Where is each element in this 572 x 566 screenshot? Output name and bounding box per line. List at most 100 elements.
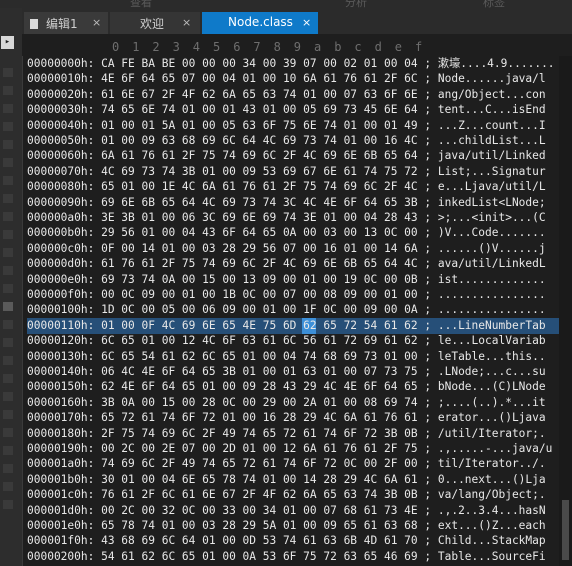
hex-row-text: 00000010h: 4E 6F 64 65 07 00 04 01 00 10… <box>27 72 546 86</box>
hex-row-text: 000001a0h: 74 69 6C 2F 49 74 65 72 61 74… <box>27 457 546 471</box>
panel-marker <box>3 86 13 95</box>
column-header-label: 2 <box>152 40 160 54</box>
tab-welcome[interactable]: 欢迎 × <box>110 12 200 34</box>
hex-row[interactable]: 00000150h: 62 4E 6F 64 65 01 00 09 28 43… <box>27 379 546 395</box>
scrollbar-thumb[interactable] <box>562 500 569 560</box>
top-menu-item[interactable]: 查看 <box>130 0 152 8</box>
column-header-label: a <box>314 40 322 54</box>
hex-row[interactable]: 00000000h: CA FE BA BE 00 00 00 34 00 39… <box>27 56 555 72</box>
column-header-label: 6 <box>233 40 241 54</box>
panel-marker <box>3 284 13 293</box>
hex-row-text: 00000180h: 2F 75 74 69 6C 2F 49 74 65 72… <box>27 426 546 440</box>
hex-row[interactable]: 00000030h: 74 65 6E 74 01 00 01 43 01 00… <box>27 102 546 118</box>
panel-marker <box>3 140 13 149</box>
panel-marker <box>3 410 13 419</box>
hex-row[interactable]: 00000160h: 3B 0A 00 15 00 28 0C 00 29 00… <box>27 395 546 411</box>
column-header-label: 7 <box>253 40 261 54</box>
hex-row[interactable]: 00000050h: 01 00 09 63 68 69 6C 64 4C 69… <box>27 133 546 149</box>
hex-row-text: 00000100h: 1D 0C 00 05 00 06 09 00 01 00… <box>27 303 546 317</box>
close-icon[interactable]: × <box>302 16 311 29</box>
hex-row-text: 00000090h: 69 6E 6B 65 64 4C 69 73 74 3C… <box>27 195 546 209</box>
expand-panel-button[interactable]: ▸ <box>1 36 14 49</box>
panel-marker <box>3 194 13 203</box>
hex-row[interactable]: 000001f0h: 43 68 69 6C 64 01 00 0D 53 74… <box>27 533 546 549</box>
panel-marker <box>3 500 13 509</box>
hex-row-text: 000000d0h: 61 76 61 2F 75 74 69 6C 2F 4C… <box>27 257 546 271</box>
hex-row[interactable]: 00000090h: 69 6E 6B 65 64 4C 69 73 74 3C… <box>27 195 546 211</box>
top-menu-item[interactable]: 标签 <box>483 0 505 8</box>
top-menu-item[interactable]: 分析 <box>345 0 367 8</box>
hex-row-text: 00000040h: 01 00 01 5A 01 00 05 63 6F 75… <box>27 118 546 132</box>
hex-row-text: 00000060h: 6A 61 76 61 2F 75 74 69 6C 2F… <box>27 149 546 163</box>
column-header-label: d <box>374 40 382 54</box>
panel-marker <box>3 248 13 257</box>
hex-row-text: 00000140h: 06 4C 4E 6F 64 65 3B 01 00 01… <box>27 365 546 378</box>
hex-row[interactable]: 00000010h: 4E 6F 64 65 07 00 04 01 00 10… <box>27 71 546 87</box>
hex-row[interactable]: 00000040h: 01 00 01 5A 01 00 05 63 6F 75… <box>27 118 546 134</box>
column-header-label: 3 <box>172 40 180 54</box>
hex-row[interactable]: 00000180h: 2F 75 74 69 6C 2F 49 74 65 72… <box>27 426 546 442</box>
panel-marker <box>3 428 13 437</box>
close-icon[interactable]: × <box>92 16 101 29</box>
panel-marker <box>3 446 13 455</box>
tab-label: 欢迎 <box>140 17 165 31</box>
column-header-label: e <box>394 40 403 54</box>
column-header-label: 9 <box>293 40 302 54</box>
hex-row[interactable]: 000001b0h: 30 01 00 04 6E 65 78 74 01 00… <box>27 472 546 488</box>
hex-row-text: 000001f0h: 43 68 69 6C 64 01 00 0D 53 74… <box>27 534 546 548</box>
panel-marker <box>3 176 13 185</box>
hex-row[interactable]: 000000d0h: 61 76 61 2F 75 74 69 6C 2F 4C… <box>27 256 546 272</box>
tab-label: 编辑1 <box>46 17 78 31</box>
hex-row[interactable]: 00000140h: 06 4C 4E 6F 64 65 3B 01 00 01… <box>27 364 546 380</box>
panel-marker <box>3 356 13 365</box>
tab-edit1[interactable]: 编辑1 × <box>24 12 108 34</box>
hex-row-text: 000000f0h: 00 0C 09 00 01 00 1B 0C 00 07… <box>27 288 546 301</box>
hex-row[interactable]: 00000100h: 1D 0C 00 05 00 06 09 00 01 00… <box>27 302 546 318</box>
vertical-scrollbar[interactable] <box>559 56 572 566</box>
panel-marker <box>3 212 13 221</box>
hex-row-text: 000000a0h: 3E 3B 01 00 06 3C 69 6E 69 74… <box>27 211 546 224</box>
hex-row-text: 00000000h: CA FE BA BE 00 00 00 34 00 39… <box>27 57 555 70</box>
column-header: 0 1 2 3 4 5 6 7 8 9 a b c d e f <box>22 34 572 56</box>
hex-row[interactable]: 000000c0h: 0F 00 14 01 00 03 28 29 56 07… <box>27 241 546 257</box>
document-icon <box>30 19 38 29</box>
hex-row-text: 00000130h: 6C 65 54 61 62 6C 65 01 00 04… <box>27 349 546 363</box>
hex-row[interactable]: 00000120h: 6C 65 01 00 12 4C 6F 63 61 6C… <box>27 333 546 349</box>
hex-row[interactable]: 000001d0h: 00 2C 00 32 0C 00 33 00 34 01… <box>27 503 546 519</box>
hex-row[interactable]: 000000e0h: 69 73 74 0A 00 15 00 13 09 00… <box>27 272 546 288</box>
hex-row[interactable]: 00000170h: 65 72 61 74 6F 72 01 00 16 28… <box>27 410 546 426</box>
hex-editor-view[interactable]: 00000000h: CA FE BA BE 00 00 00 34 00 39… <box>27 56 559 566</box>
hex-row[interactable]: 000001a0h: 74 69 6C 2F 49 74 65 72 61 74… <box>27 456 546 472</box>
hex-row[interactable]: 00000200h: 54 61 62 6C 65 01 00 0A 53 6F… <box>27 549 546 565</box>
panel-marker <box>3 122 13 131</box>
hex-row[interactable]: 000000f0h: 00 0C 09 00 01 00 1B 0C 00 07… <box>27 287 546 303</box>
panel-marker <box>3 230 13 239</box>
panel-marker <box>3 104 13 113</box>
hex-row-text: 00000200h: 54 61 62 6C 65 01 00 0A 53 6F… <box>27 549 546 563</box>
hex-row-text: 00000120h: 6C 65 01 00 12 4C 6F 63 61 6C… <box>27 334 546 348</box>
close-icon[interactable]: × <box>182 16 191 29</box>
panel-marker <box>3 392 13 401</box>
hex-row[interactable]: 00000020h: 61 6E 67 2F 4F 62 6A 65 63 74… <box>27 87 546 103</box>
hex-row[interactable]: 00000080h: 65 01 00 1E 4C 6A 61 76 61 2F… <box>27 179 546 195</box>
hex-row-text: 00000190h: 00 2C 00 2E 07 00 2D 01 00 12… <box>27 442 553 455</box>
hex-row[interactable]: 000000b0h: 29 56 01 00 04 43 6F 64 65 0A… <box>27 225 546 241</box>
hex-row-text: 000001e0h: 65 78 74 01 00 03 28 29 5A 01… <box>27 519 546 532</box>
hex-row[interactable]: 000001e0h: 65 78 74 01 00 03 28 29 5A 01… <box>27 518 546 534</box>
column-header-label: f <box>415 40 423 54</box>
hex-row[interactable]: 00000130h: 6C 65 54 61 62 6C 65 01 00 04… <box>27 349 546 365</box>
hex-row[interactable]: 00000190h: 00 2C 00 2E 07 00 2D 01 00 12… <box>27 441 552 457</box>
hex-row[interactable]: 00000070h: 4C 69 73 74 3B 01 00 09 53 69… <box>27 164 546 180</box>
hex-row-text: 000001b0h: 30 01 00 04 6E 65 78 74 01 00… <box>27 472 546 486</box>
tab-node-class[interactable]: Node.class × <box>202 12 318 34</box>
column-header-label: c <box>354 40 362 54</box>
hex-row-text: 00000020h: 61 6E 67 2F 4F 62 6A 65 63 74… <box>27 87 546 101</box>
top-menu-strip: 查看 分析 标签 <box>0 0 572 8</box>
hex-row[interactable]: 000000a0h: 3E 3B 01 00 06 3C 69 6E 69 74… <box>27 210 546 226</box>
hex-row-text: 000001d0h: 00 2C 00 32 0C 00 33 00 34 01… <box>27 503 546 517</box>
hex-row[interactable]: 000001c0h: 76 61 2F 6C 61 6E 67 2F 4F 62… <box>27 487 546 503</box>
hex-row[interactable]: 00000110h: 01 00 0F 4C 69 6E 65 4E 75 6D… <box>27 317 559 334</box>
hex-row-text: 000000e0h: 69 73 74 0A 00 15 00 13 09 00… <box>27 272 546 286</box>
hex-row-text: 000001c0h: 76 61 2F 6C 61 6E 67 2F 4F 62… <box>27 488 546 502</box>
hex-row[interactable]: 00000060h: 6A 61 76 61 2F 75 74 69 6C 2F… <box>27 148 546 164</box>
